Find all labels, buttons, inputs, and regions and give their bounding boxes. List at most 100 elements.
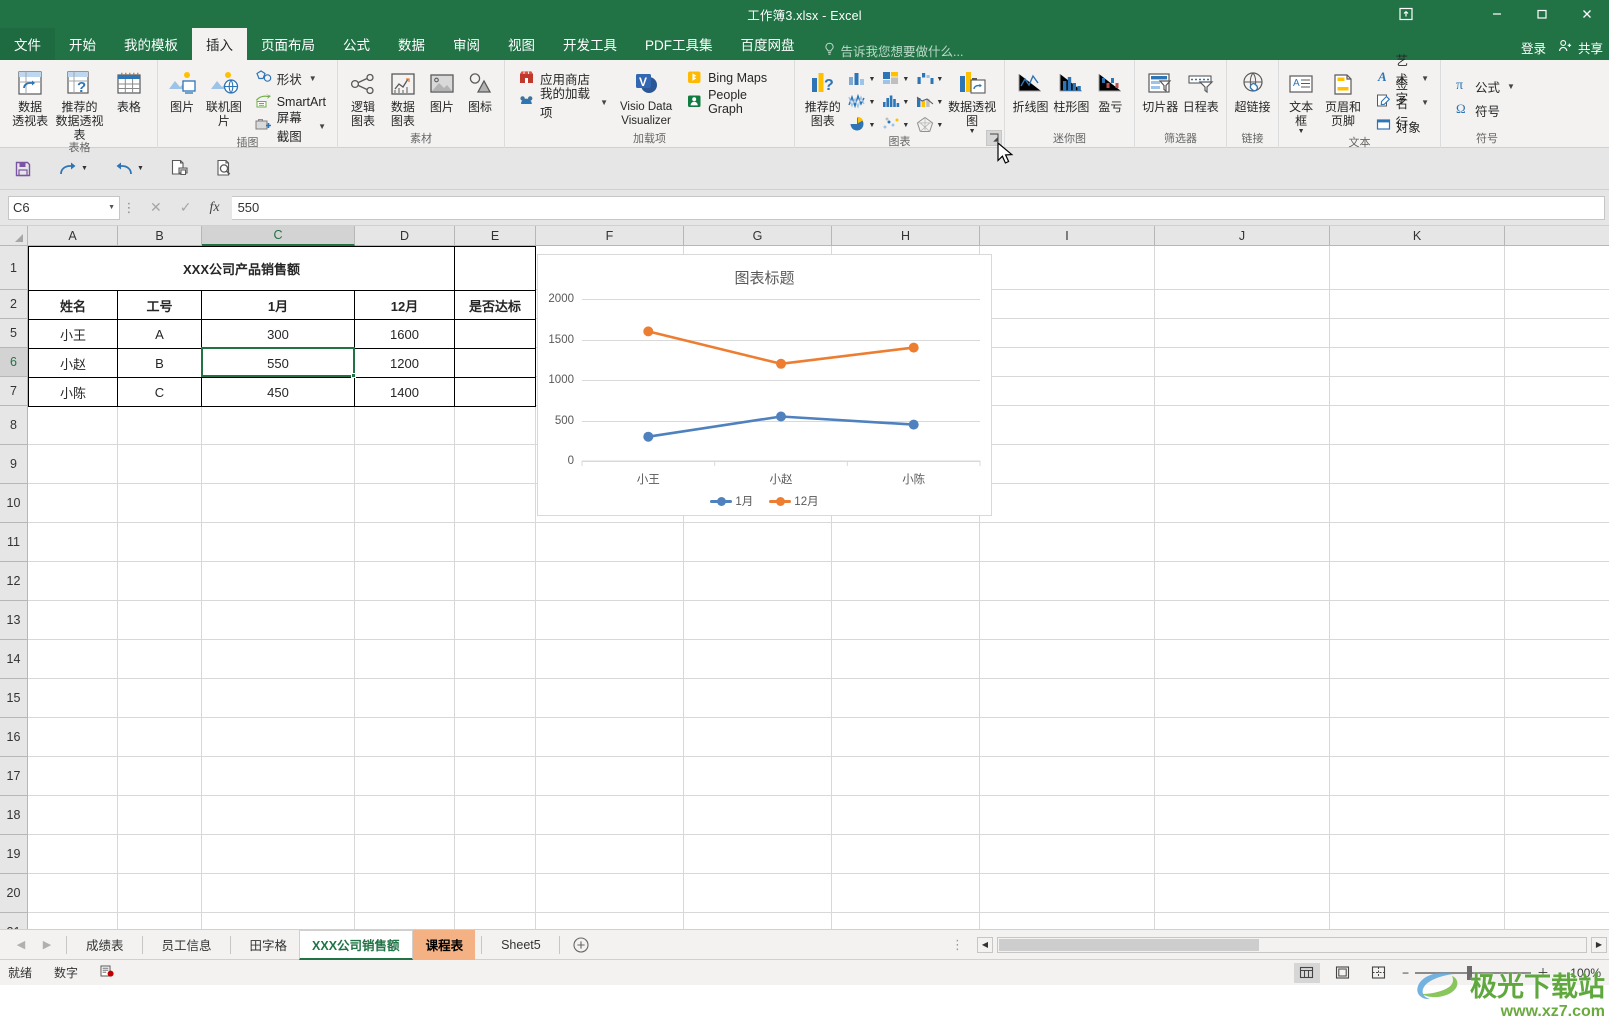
hierarchy-chart-button[interactable]: ▼ (880, 69, 910, 90)
print-preview-zoom-button[interactable] (215, 159, 234, 178)
material-icon-button[interactable]: 图标 (462, 63, 498, 114)
new-sheet-button[interactable] (566, 936, 596, 953)
line-chart-button[interactable]: ▼ (846, 92, 876, 113)
chevron-down-icon[interactable]: ▼ (1421, 98, 1429, 107)
column-header-E[interactable]: E (455, 226, 536, 246)
column-header-A[interactable]: A (28, 226, 118, 246)
row-header-18[interactable]: 18 (0, 796, 27, 835)
row-header-13[interactable]: 13 (0, 601, 27, 640)
enter-formula-button[interactable]: ✓ (180, 199, 192, 216)
tab-home[interactable]: 开始 (55, 28, 110, 60)
pivot-table-button[interactable]: 数据 透视表 (8, 63, 52, 128)
cancel-formula-button[interactable]: ✕ (150, 199, 162, 216)
my-addins-button[interactable]: 我的加载项 ▼ (515, 87, 611, 120)
table-row[interactable]: 小赵 B 550 1200 (28, 348, 536, 378)
close-button[interactable] (1564, 0, 1609, 28)
save-button[interactable] (14, 160, 32, 178)
row-header-15[interactable]: 15 (0, 679, 27, 718)
column-header-B[interactable]: B (118, 226, 202, 246)
symbol-button[interactable]: Ω 符号 (1451, 99, 1518, 121)
sparkline-winloss-button[interactable]: 盈亏 (1093, 63, 1128, 114)
recommended-charts-button[interactable]: ? 推荐的 图表 (801, 63, 844, 128)
row-header-1[interactable]: 1 (0, 246, 27, 290)
normal-view-icon[interactable] (1293, 962, 1320, 983)
row-header-10[interactable]: 10 (0, 484, 27, 523)
shapes-button[interactable]: 形状 ▼ (252, 67, 329, 89)
radar-chart-button[interactable]: ▼ (914, 115, 944, 136)
scroll-right-button[interactable]: ▶ (1591, 936, 1607, 953)
table-row[interactable]: 小王 A 300 1600 (28, 319, 536, 349)
undo-button[interactable]: ▼ (114, 160, 144, 178)
zoom-level[interactable]: 100% (1559, 966, 1601, 980)
row-header-8[interactable]: 8 (0, 406, 27, 445)
data-chart-button[interactable]: 数据 图表 (384, 63, 422, 128)
redo-button[interactable]: ▼ (58, 160, 88, 178)
combo-chart-button[interactable]: ▼ (914, 92, 944, 113)
column-header-C[interactable]: C (202, 226, 355, 246)
zoom-track[interactable] (1414, 965, 1531, 980)
share-button[interactable]: 共享 (1558, 38, 1603, 57)
chevron-down-icon[interactable]: ▼ (1298, 128, 1305, 135)
split-handle[interactable]: ⋮ (943, 937, 973, 953)
tab-view[interactable]: 视图 (494, 28, 549, 60)
pivot-chart-button[interactable]: 数据透视图 ▼ (946, 63, 998, 135)
row-header-17[interactable]: 17 (0, 757, 27, 796)
sheet-tab-chengjibiao[interactable]: 成绩表 (73, 930, 136, 960)
record-macro-icon[interactable] (100, 964, 114, 981)
tab-baidu-netdisk[interactable]: 百度网盘 (727, 28, 809, 60)
statistic-chart-button[interactable]: ▼ (880, 92, 910, 113)
header-footer-button[interactable]: 页眉和页脚 (1319, 63, 1366, 128)
row-header-2[interactable]: 2 (0, 290, 27, 319)
tab-file[interactable]: 文件 (0, 28, 55, 60)
page-break-view-icon[interactable] (1366, 963, 1392, 983)
row-header-7[interactable]: 7 (0, 377, 27, 406)
row-header-11[interactable]: 11 (0, 523, 27, 562)
chevron-down-icon[interactable]: ▼ (81, 165, 88, 172)
sparkline-line-button[interactable]: 折线图 (1011, 63, 1050, 114)
screenshot-button[interactable]: 屏幕截图 ▼ (252, 111, 329, 144)
chart-object[interactable]: 图表标题 2000 1500 1000 500 0 小王 小赵 小陈 1月 12… (537, 254, 992, 516)
tab-pdf-tools[interactable]: PDF工具集 (631, 28, 727, 60)
sparkline-column-button[interactable]: 柱形图 (1052, 63, 1091, 114)
chevron-down-icon[interactable]: ▼ (600, 98, 608, 107)
column-header-G[interactable]: G (684, 226, 832, 246)
maximize-button[interactable] (1519, 0, 1564, 28)
tab-review[interactable]: 审阅 (439, 28, 494, 60)
column-header-I[interactable]: I (980, 226, 1155, 246)
select-all-corner[interactable] (0, 226, 28, 245)
tab-my-templates[interactable]: 我的模板 (110, 28, 192, 60)
column-chart-button[interactable]: ▼ (846, 69, 876, 90)
chevron-down-icon[interactable]: ▼ (868, 99, 875, 106)
row-header-12[interactable]: 12 (0, 562, 27, 601)
chevron-down-icon[interactable]: ▼ (969, 128, 976, 135)
charts-dialog-launcher[interactable] (986, 130, 1002, 146)
waterfall-chart-button[interactable]: ▼ (914, 69, 944, 90)
online-picture-button[interactable]: 联机图片 (202, 63, 246, 128)
row-header-14[interactable]: 14 (0, 640, 27, 679)
row-header-6[interactable]: 6 (0, 348, 27, 377)
picture-button[interactable]: 图片 (164, 63, 200, 114)
chevron-down-icon[interactable]: ▼ (868, 122, 875, 129)
object-button[interactable]: 对象 (1373, 115, 1432, 137)
signin-link[interactable]: 登录 (1521, 38, 1546, 57)
scatter-chart-button[interactable]: ▼ (880, 115, 910, 136)
slicer-button[interactable]: 切片器 (1141, 63, 1180, 114)
horizontal-scrollbar-thumb[interactable] (999, 938, 1259, 951)
horizontal-scrollbar[interactable] (997, 936, 1587, 953)
ribbon-display-options-icon[interactable] (1389, 0, 1423, 28)
chevron-down-icon[interactable]: ▼ (318, 122, 326, 131)
sheet-tab-tianzige[interactable]: 田字格 (237, 930, 300, 960)
legend-item-dec[interactable]: 12月 (769, 493, 819, 509)
equation-button[interactable]: π 公式 ▼ (1451, 75, 1518, 97)
recommended-pivot-table-button[interactable]: ? 推荐的 数据透视表 (54, 63, 104, 142)
chevron-down-icon[interactable]: ▼ (868, 76, 875, 83)
prev-sheet-button[interactable]: ◀ (8, 938, 34, 951)
scroll-left-button[interactable]: ◀ (977, 936, 993, 953)
logic-diagram-button[interactable]: 逻辑 图表 (344, 63, 382, 128)
table-button[interactable]: 表格 (107, 63, 151, 114)
sales-data-table[interactable]: XXX公司产品销售额 姓名 工号 1月 12月 是否达标 小王 A 300 16… (28, 246, 536, 407)
chevron-down-icon[interactable]: ▼ (1507, 82, 1515, 91)
textbox-button[interactable]: A 文本框 ▼ (1285, 63, 1317, 135)
tab-page-layout[interactable]: 页面布局 (247, 28, 329, 60)
tab-developer[interactable]: 开发工具 (549, 28, 631, 60)
